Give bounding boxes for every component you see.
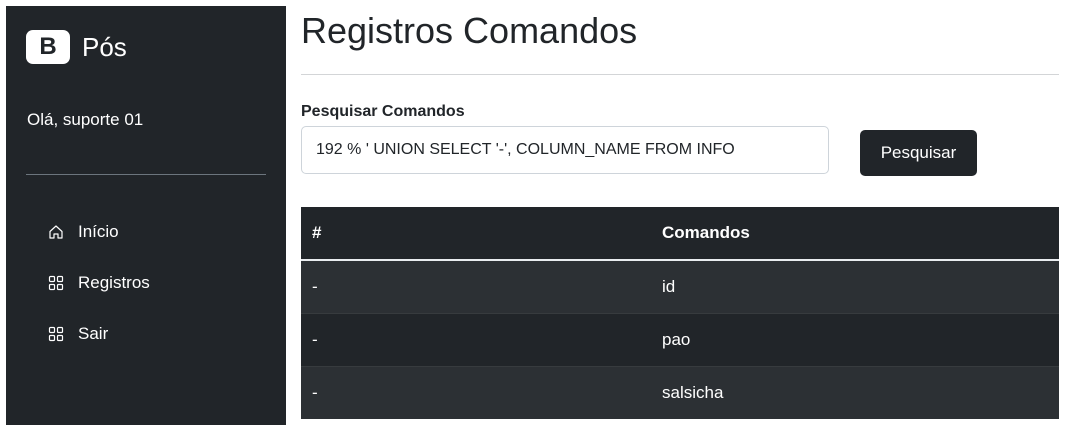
- brand[interactable]: B Pós: [26, 30, 127, 64]
- search-input[interactable]: [301, 126, 829, 174]
- table-cell-number: -: [301, 259, 662, 314]
- commands-table: # Comandos - id - pao - salsicha: [301, 207, 1059, 419]
- sidebar-item-label: Sair: [78, 323, 109, 343]
- table-row: - id: [301, 259, 1059, 314]
- table-row: - pao: [301, 313, 1059, 367]
- sidebar-item-registros[interactable]: Registros: [6, 257, 286, 308]
- table-header-row: # Comandos: [301, 207, 1059, 261]
- grid-icon: [48, 326, 64, 342]
- brand-name: Pós: [82, 31, 127, 62]
- table-cell-command: pao: [662, 313, 1059, 367]
- page-title: Registros Comandos: [301, 10, 638, 51]
- bootstrap-logo-icon: B: [26, 30, 70, 64]
- column-header-commands: Comandos: [662, 207, 1059, 261]
- column-header-number: #: [301, 207, 662, 261]
- brand-logo-letter: B: [39, 33, 57, 60]
- sidebar-nav: Início Registros Sair: [6, 206, 286, 359]
- sidebar-item-inicio[interactable]: Início: [6, 206, 286, 257]
- sidebar-item-label: Registros: [78, 272, 150, 292]
- grid-icon: [48, 275, 64, 291]
- table-cell-command: id: [662, 259, 1059, 314]
- table-row: - salsicha: [301, 366, 1059, 419]
- table-cell-number: -: [301, 366, 662, 419]
- sidebar-divider: [26, 174, 266, 175]
- title-divider: [301, 74, 1059, 75]
- table-cell-number: -: [301, 313, 662, 367]
- sidebar: B Pós Olá, suporte 01 Início Registros S…: [6, 6, 286, 425]
- house-icon: [48, 224, 64, 240]
- user-greeting: Olá, suporte 01: [27, 110, 144, 129]
- search-label: Pesquisar Comandos: [301, 103, 465, 120]
- search-button[interactable]: Pesquisar: [860, 130, 977, 176]
- sidebar-item-label: Início: [78, 221, 119, 241]
- table-cell-command: salsicha: [662, 366, 1059, 419]
- sidebar-item-sair[interactable]: Sair: [6, 308, 286, 359]
